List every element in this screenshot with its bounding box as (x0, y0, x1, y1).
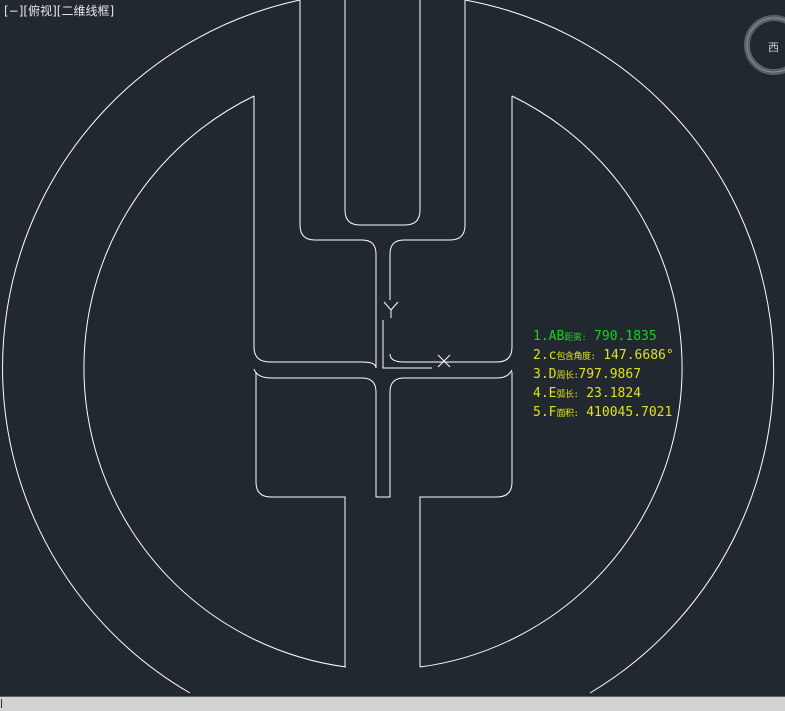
annotation-value: 790.1835 (586, 329, 657, 344)
top-channel-outer-right[interactable] (389, 0, 466, 300)
annotation-index: 1.AB (533, 329, 565, 344)
annotation-value: 410045.7021 (578, 405, 673, 420)
outer-ring-left-arc[interactable] (2, 0, 301, 694)
status-bar (0, 697, 785, 711)
annotation-label: 弧长: (556, 390, 579, 400)
annotation-line: 1.AB距离: 790.1835 (533, 327, 674, 346)
status-cursor-mark (1, 699, 2, 708)
inner-ring-left-arc[interactable] (83, 95, 347, 668)
annotation-index: 3.D (533, 367, 557, 382)
top-channel-inner[interactable] (344, 0, 421, 226)
ucs-marker-y (383, 301, 399, 318)
top-channel-outer[interactable] (299, 0, 377, 368)
annotation-value: 797.9867 (578, 367, 642, 382)
measurement-annotations: 1.AB距离: 790.1835 2.c包含角度: 147.6686° 3.D周长:… (533, 327, 674, 422)
annotation-label: 包含角度: (556, 352, 596, 362)
annotation-line: 5.F面积: 410045.7021 (533, 403, 674, 422)
viewcube-west-label[interactable]: 西 (768, 39, 779, 55)
lower-right-body[interactable] (419, 372, 513, 667)
upper-right-block[interactable] (389, 96, 513, 363)
annotation-label: 周长: (556, 371, 579, 381)
annotation-value: 147.6686° (595, 348, 674, 363)
annotation-label: 面积: (556, 409, 579, 419)
annotation-index: 4.E (533, 386, 557, 401)
ucs-marker-x (437, 354, 451, 368)
annotation-index: 2.c (533, 348, 557, 363)
annotation-value: 23.1824 (578, 386, 642, 401)
annotation-line: 2.c包含角度: 147.6686° (533, 346, 674, 365)
drawing-viewport[interactable]: [−][俯视][二维线框] 西 1.AB距离: 790.1835 2.c包含角度:… (0, 0, 785, 696)
lower-left-block[interactable] (253, 368, 513, 498)
lower-left-body[interactable] (255, 373, 346, 667)
viewport-view-label[interactable]: [−][俯视][二维线框] (4, 3, 114, 19)
ucs-marker-lines (382, 320, 432, 369)
annotation-line: 4.E弧长: 23.1824 (533, 384, 674, 403)
upper-left-block[interactable] (253, 96, 377, 369)
annotation-label: 距离: (564, 333, 587, 343)
annotation-line: 3.D周长:797.9867 (533, 365, 674, 384)
annotation-index: 5.F (533, 405, 557, 420)
